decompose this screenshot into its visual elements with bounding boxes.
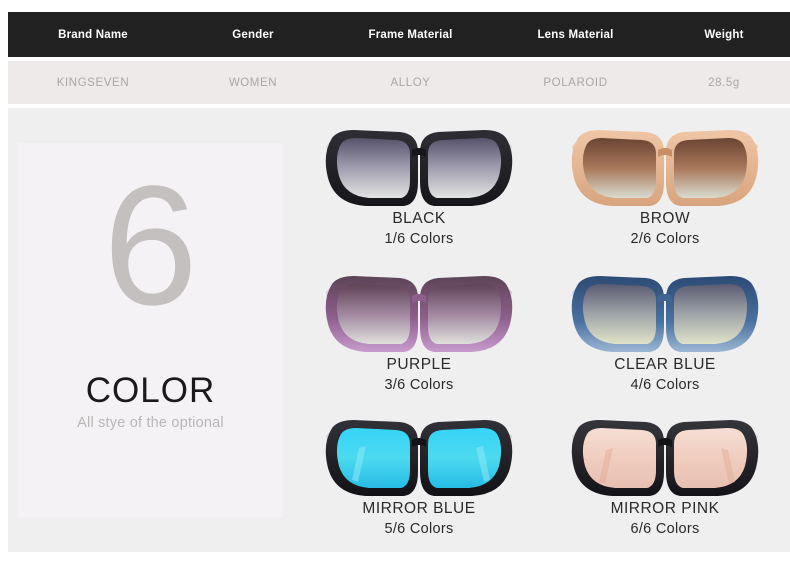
variant-count: 5/6 Colors xyxy=(384,521,454,537)
spec-header-frame-material: Frame Material xyxy=(368,28,453,41)
sunglasses-image-black[interactable] xyxy=(296,116,542,212)
sunglasses-icon xyxy=(325,420,513,496)
color-variant-item[interactable]: CLEAR BLUE 4/6 Colors xyxy=(542,262,788,408)
sunglasses-icon xyxy=(325,276,513,352)
spec-value-gender: WOMEN xyxy=(228,76,278,89)
spec-header-weight: Weight xyxy=(704,28,744,41)
sunglasses-image-purple[interactable] xyxy=(296,262,542,358)
variant-count: 6/6 Colors xyxy=(630,521,700,537)
color-variant-item[interactable]: MIRROR BLUE 5/6 Colors xyxy=(296,406,542,552)
spec-value-lens-material: POLAROID xyxy=(543,76,608,89)
spec-value-brand-name: KINGSEVEN xyxy=(56,76,130,89)
color-panel-subtitle: All stye of the optional xyxy=(77,415,224,431)
spec-value-weight: 28.5g xyxy=(708,76,740,89)
color-count-panel: 6 COLOR All stye of the optional xyxy=(18,143,283,518)
variant-name: BROW xyxy=(639,210,691,227)
sunglasses-icon xyxy=(571,420,759,496)
spec-header-gender: Gender xyxy=(232,28,274,41)
product-detail-page: Brand Name Gender Frame Material Lens Ma… xyxy=(0,0,790,566)
color-panel-title: COLOR xyxy=(85,371,216,410)
sunglasses-icon xyxy=(571,130,759,206)
color-variant-item[interactable]: PURPLE 3/6 Colors xyxy=(296,262,542,408)
sunglasses-image-clear-blue[interactable] xyxy=(542,262,788,358)
spec-header-brand-name: Brand Name xyxy=(58,28,128,41)
variant-name: BLACK xyxy=(392,210,446,227)
color-variant-grid: BLACK 1/6 Colors BROW 2/6 Colors PURPLE … xyxy=(296,112,788,552)
color-variant-item[interactable]: BROW 2/6 Colors xyxy=(542,116,788,262)
spec-table-header: Brand Name Gender Frame Material Lens Ma… xyxy=(8,12,790,57)
color-showcase-section: 6 COLOR All stye of the optional BLACK 1… xyxy=(8,108,790,552)
variant-count: 4/6 Colors xyxy=(630,377,700,393)
sunglasses-image-mirror-pink[interactable] xyxy=(542,406,788,502)
variant-count: 3/6 Colors xyxy=(384,377,454,393)
sunglasses-image-brow[interactable] xyxy=(542,116,788,212)
variant-name: PURPLE xyxy=(386,356,452,373)
variant-name: CLEAR BLUE xyxy=(614,356,716,373)
sunglasses-icon xyxy=(325,130,513,206)
color-count-number: 6 xyxy=(103,151,198,341)
color-variant-item[interactable]: BLACK 1/6 Colors xyxy=(296,116,542,262)
sunglasses-image-mirror-blue[interactable] xyxy=(296,406,542,502)
variant-name: MIRROR BLUE xyxy=(362,500,476,517)
sunglasses-icon xyxy=(571,276,759,352)
variant-count: 2/6 Colors xyxy=(630,231,700,247)
spec-value-frame-material: ALLOY xyxy=(390,76,431,89)
color-variant-item[interactable]: MIRROR PINK 6/6 Colors xyxy=(542,406,788,552)
spec-header-lens-material: Lens Material xyxy=(537,28,614,41)
variant-name: MIRROR PINK xyxy=(610,500,720,517)
spec-table-row: KINGSEVEN WOMEN ALLOY POLAROID 28.5g xyxy=(8,61,790,104)
variant-count: 1/6 Colors xyxy=(384,231,454,247)
